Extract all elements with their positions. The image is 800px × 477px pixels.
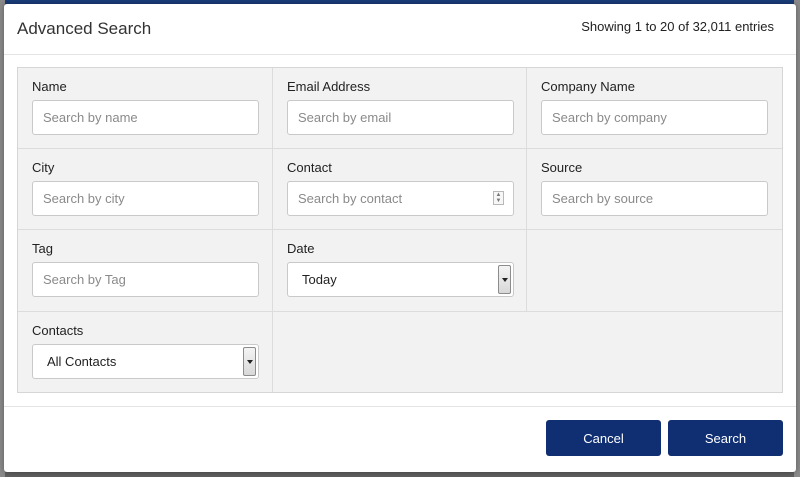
contacts-label: Contacts: [32, 323, 84, 338]
company-label: Company Name: [541, 79, 635, 94]
tag-input[interactable]: [32, 262, 259, 297]
search-button[interactable]: Search: [668, 420, 783, 456]
company-cell: Company Name: [527, 68, 782, 149]
name-cell: Name: [18, 68, 273, 149]
city-input[interactable]: [32, 181, 259, 216]
chevron-down-icon[interactable]: [498, 265, 511, 294]
email-label: Email Address: [287, 79, 371, 94]
empty-cell: [527, 230, 782, 312]
city-label: City: [32, 160, 55, 175]
contacts-select-value: All Contacts: [47, 354, 117, 369]
name-input[interactable]: [32, 100, 259, 135]
chevron-down-icon[interactable]: [243, 347, 256, 376]
date-select[interactable]: Today: [287, 262, 514, 297]
modal-footer-divider: [4, 406, 796, 407]
contact-spinner[interactable]: ▲ ▼: [493, 191, 504, 205]
contact-label: Contact: [287, 160, 332, 175]
source-input[interactable]: [541, 181, 768, 216]
date-select-value: Today: [302, 272, 337, 287]
modal-title: Advanced Search: [17, 19, 152, 38]
source-cell: Source: [527, 149, 782, 230]
contacts-select[interactable]: All Contacts: [32, 344, 259, 379]
city-cell: City: [18, 149, 273, 230]
date-cell: Date Today: [273, 230, 527, 312]
email-cell: Email Address: [273, 68, 527, 149]
modal-header: Advanced Search Showing 1 to 20 of 32,01…: [4, 4, 796, 55]
contact-cell: Contact ▲▼: [273, 149, 527, 230]
contact-input[interactable]: [287, 181, 514, 216]
name-label: Name: [32, 79, 67, 94]
entries-info: Showing 1 to 20 of 32,011 entries: [581, 19, 774, 34]
date-label: Date: [287, 241, 315, 256]
advanced-search-modal: Advanced Search Showing 1 to 20 of 32,01…: [4, 4, 796, 472]
email-input[interactable]: [287, 100, 514, 135]
tag-cell: Tag: [18, 230, 273, 312]
contacts-cell: Contacts All Contacts: [18, 312, 273, 392]
search-form-panel: Name Email Address Company Name City Con…: [17, 67, 783, 393]
contact-field-wrapper: ▲▼: [287, 181, 514, 216]
source-label: Source: [541, 160, 583, 175]
company-input[interactable]: [541, 100, 768, 135]
cancel-button[interactable]: Cancel: [546, 420, 661, 456]
tag-label: Tag: [32, 241, 53, 256]
